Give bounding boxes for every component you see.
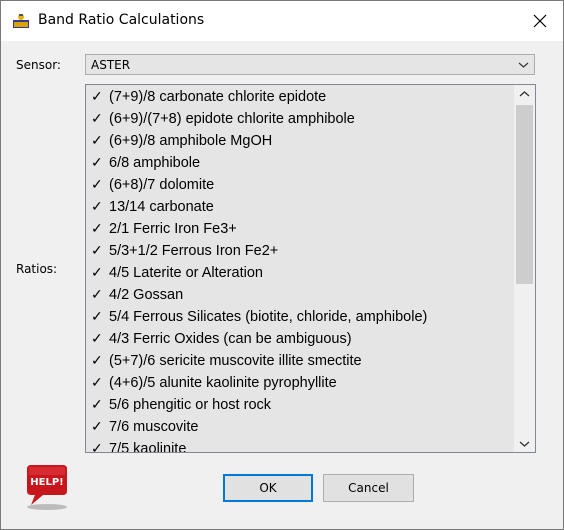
ratio-item-label: 13/14 carbonate	[109, 199, 214, 215]
cancel-button[interactable]: Cancel	[323, 474, 414, 502]
ratio-item-label: 6/8 amphibole	[109, 155, 201, 171]
ratio-list-item[interactable]: ✓ 7/5 kaolinite	[86, 437, 514, 452]
ratio-list-item[interactable]: ✓ 5/6 phengitic or host rock	[86, 393, 514, 415]
checkmark-icon: ✓	[91, 220, 103, 236]
ratio-item-label: (6+9)/(7+8) epidote chlorite amphibole	[109, 111, 355, 127]
ratio-item-label: (6+9)/8 amphibole MgOH	[109, 133, 273, 149]
ratio-list-item[interactable]: ✓ 13/14 carbonate	[86, 195, 514, 217]
help-icon[interactable]: HELP!	[21, 461, 71, 511]
ratio-list-item[interactable]: ✓ (4+6)/5 alunite kaolinite pyrophyllite	[86, 371, 514, 393]
window-title: Band Ratio Calculations	[38, 12, 205, 28]
ok-button[interactable]: OK	[223, 474, 313, 502]
sensor-select[interactable]: ASTER	[85, 54, 535, 75]
ratio-item-label: 4/2 Gossan	[109, 287, 184, 303]
checkmark-icon: ✓	[91, 110, 103, 126]
checkmark-icon: ✓	[91, 396, 103, 412]
ratio-list-item[interactable]: ✓ (7+9)/8 carbonate chlorite epidote	[86, 85, 514, 107]
chevron-down-icon	[519, 441, 530, 447]
ratio-list-item[interactable]: ✓ 4/3 Ferric Oxides (can be ambiguous)	[86, 327, 514, 349]
ratio-list-item[interactable]: ✓ 5/3+1/2 Ferrous Iron Fe2+	[86, 239, 514, 261]
ratio-item-label: 2/1 Ferric Iron Fe3+	[109, 221, 237, 237]
ratio-item-label: 5/6 phengitic or host rock	[109, 397, 272, 413]
checkmark-icon: ✓	[91, 352, 103, 368]
ratio-item-label: (4+6)/5 alunite kaolinite pyrophyllite	[109, 375, 337, 391]
close-button[interactable]	[517, 1, 563, 41]
scroll-up-button[interactable]	[514, 85, 535, 102]
ratio-list-item[interactable]: ✓ 5/4 Ferrous Silicates (biotite, chlorid…	[86, 305, 514, 327]
chevron-up-icon	[519, 90, 530, 96]
ratio-item-label: 5/3+1/2 Ferrous Iron Fe2+	[109, 243, 279, 259]
checkmark-icon: ✓	[91, 264, 103, 280]
checkmark-icon: ✓	[91, 440, 103, 452]
ratio-list-item[interactable]: ✓ 2/1 Ferric Iron Fe3+	[86, 217, 514, 239]
title-bar: Band Ratio Calculations	[1, 1, 563, 41]
ratios-list[interactable]: ✓ (7+9)/8 carbonate chlorite epidote ✓ (6+9…	[85, 84, 536, 453]
checkmark-icon: ✓	[91, 286, 103, 302]
ratio-item-label: 5/4 Ferrous Silicates (biotite, chloride…	[109, 309, 428, 325]
sensor-select-value: ASTER	[91, 58, 131, 72]
ratio-item-label: 4/3 Ferric Oxides (can be ambiguous)	[109, 331, 352, 347]
scroll-down-button[interactable]	[514, 435, 535, 452]
ratio-list-item[interactable]: ✓ 7/6 muscovite	[86, 415, 514, 437]
ratio-list-item[interactable]: ✓ (5+7)/6 sericite muscovite illite smect…	[86, 349, 514, 371]
checkmark-icon: ✓	[91, 88, 103, 104]
app-icon	[13, 14, 29, 28]
dialog-window: Band Ratio Calculations Sensor: ASTER Ra…	[0, 0, 564, 530]
scroll-thumb[interactable]	[516, 105, 533, 284]
ratio-list-item[interactable]: ✓ 4/2 Gossan	[86, 283, 514, 305]
sensor-label: Sensor:	[16, 58, 61, 72]
checkmark-icon: ✓	[91, 176, 103, 192]
ratio-list-item[interactable]: ✓ (6+8)/7 dolomite	[86, 173, 514, 195]
checkmark-icon: ✓	[91, 418, 103, 434]
ratio-item-label: (7+9)/8 carbonate chlorite epidote	[109, 89, 327, 105]
checkmark-icon: ✓	[91, 374, 103, 390]
ratio-list-item[interactable]: ✓ (6+9)/8 amphibole MgOH	[86, 129, 514, 151]
ratios-scrollbar[interactable]	[514, 85, 535, 452]
ratios-list-items: ✓ (7+9)/8 carbonate chlorite epidote ✓ (6+9…	[86, 85, 514, 452]
checkmark-icon: ✓	[91, 242, 103, 258]
ratios-label: Ratios:	[16, 262, 58, 276]
ratio-list-item[interactable]: ✓ (6+9)/(7+8) epidote chlorite amphibole	[86, 107, 514, 129]
chevron-down-icon	[518, 62, 529, 68]
checkmark-icon: ✓	[91, 308, 103, 324]
checkmark-icon: ✓	[91, 330, 103, 346]
checkmark-icon: ✓	[91, 132, 103, 148]
close-icon	[533, 14, 547, 28]
ratio-list-item[interactable]: ✓ 6/8 amphibole	[86, 151, 514, 173]
ratio-item-label: 4/5 Laterite or Alteration	[109, 265, 263, 281]
help-text: HELP!	[30, 477, 63, 488]
ratio-item-label: 7/5 kaolinite	[109, 441, 187, 452]
checkmark-icon: ✓	[91, 198, 103, 214]
ratio-item-label: 7/6 muscovite	[109, 419, 199, 435]
ratio-item-label: (5+7)/6 sericite muscovite illite smecti…	[109, 353, 362, 369]
checkmark-icon: ✓	[91, 154, 103, 170]
ratio-item-label: (6+8)/7 dolomite	[109, 177, 215, 193]
ratio-list-item[interactable]: ✓ 4/5 Laterite or Alteration	[86, 261, 514, 283]
